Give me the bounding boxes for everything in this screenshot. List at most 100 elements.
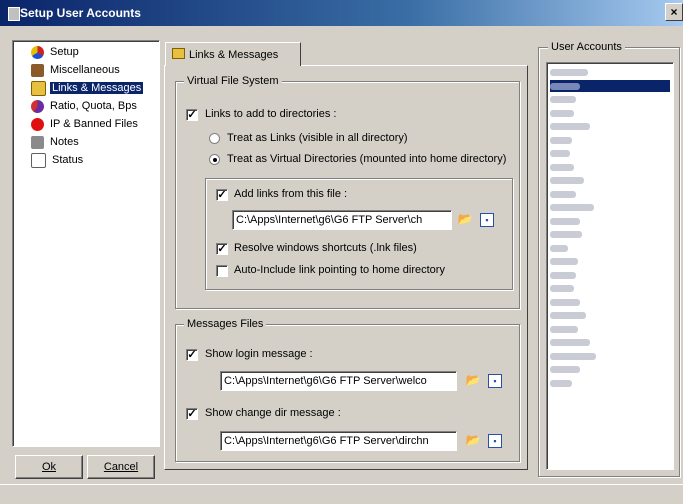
show-change-dir-checkbox[interactable]: ✓ (186, 408, 198, 420)
user-account-name-blurred (550, 96, 576, 103)
window-title: Setup User Accounts (20, 6, 141, 20)
user-account-item[interactable] (550, 79, 670, 92)
user-account-name-blurred (550, 69, 588, 76)
tree-item-label: Status (52, 154, 84, 166)
user-account-item[interactable] (550, 336, 670, 348)
user-account-name-blurred (550, 136, 572, 144)
user-account-item[interactable] (550, 282, 670, 294)
user-account-name-blurred (550, 163, 574, 171)
resolve-shortcuts-checkbox[interactable]: ✓ (216, 243, 228, 255)
user-account-item[interactable] (550, 161, 670, 173)
close-icon[interactable]: × (665, 3, 683, 21)
document-icon (31, 152, 46, 168)
user-accounts-legend: User Accounts (548, 40, 625, 54)
title-bar[interactable]: Setup User Accounts × (0, 0, 683, 26)
tree-item-ip-banned[interactable]: IP & Banned Files (31, 116, 140, 132)
add-links-from-file-label: Add links from this file : (234, 188, 348, 200)
user-account-item[interactable] (550, 188, 670, 200)
user-account-item[interactable] (550, 174, 670, 186)
user-account-name-blurred (550, 204, 594, 211)
user-account-item[interactable] (550, 228, 670, 240)
user-account-name-blurred (550, 258, 578, 265)
user-account-item[interactable] (550, 323, 670, 335)
login-message-path-input[interactable]: C:\Apps\Internet\g6\G6 FTP Server\welco (220, 371, 457, 391)
browse-folder-icon[interactable]: 📂 (464, 372, 482, 390)
user-account-name-blurred (550, 244, 568, 252)
box-icon (31, 63, 44, 77)
user-account-item[interactable] (550, 350, 670, 362)
browse-folder-icon[interactable]: 📂 (464, 432, 482, 450)
user-account-item[interactable] (550, 269, 670, 281)
tree-item-notes[interactable]: Notes (31, 134, 81, 150)
auto-include-label: Auto-Include link pointing to home direc… (234, 264, 445, 276)
tab-label: Links & Messages (189, 49, 279, 61)
user-account-item[interactable] (550, 120, 670, 132)
show-change-dir-label: Show change dir message : (205, 407, 341, 419)
treat-as-virtual-radio[interactable] (209, 154, 220, 165)
tree-item-ratio-quota[interactable]: Ratio, Quota, Bps (31, 98, 139, 114)
links-to-add-label: Links to add to directories : (205, 108, 337, 120)
folder-icon (31, 80, 46, 96)
settings-tree[interactable]: Setup Miscellaneous Links & Messages Rat… (12, 40, 160, 447)
user-account-item[interactable] (550, 242, 670, 254)
show-login-label: Show login message : (205, 348, 313, 360)
resolve-shortcuts-label: Resolve windows shortcuts (.lnk files) (234, 242, 417, 254)
user-account-item[interactable] (550, 93, 670, 105)
tree-item-label: Ratio, Quota, Bps (50, 100, 137, 112)
edit-file-icon[interactable]: ▪ (488, 434, 502, 448)
cancel-button[interactable]: Cancel (87, 455, 155, 479)
user-account-name-blurred (550, 177, 584, 184)
user-account-item[interactable] (550, 134, 670, 146)
user-account-name-blurred (550, 271, 576, 279)
treat-as-links-radio[interactable] (209, 133, 220, 144)
ok-button-label: Ok (41, 461, 57, 473)
auto-include-checkbox[interactable] (216, 265, 228, 277)
user-account-item[interactable] (550, 107, 670, 119)
links-to-add-checkbox[interactable]: ✓ (186, 109, 198, 121)
user-account-item[interactable] (550, 215, 670, 227)
status-bar (0, 484, 683, 504)
edit-file-icon[interactable]: ▪ (480, 213, 494, 227)
user-account-name-blurred (550, 366, 580, 373)
user-account-name-blurred (550, 298, 580, 306)
tree-item-setup[interactable]: Setup (31, 44, 81, 60)
user-account-item[interactable] (550, 147, 670, 159)
window-icon (8, 7, 20, 21)
user-account-item[interactable] (550, 296, 670, 308)
user-account-item[interactable] (550, 201, 670, 213)
user-account-name-blurred (550, 231, 582, 238)
notes-icon (31, 135, 44, 149)
tree-item-links-messages[interactable]: Links & Messages (31, 80, 144, 96)
treat-as-virtual-label: Treat as Virtual Directories (mounted in… (227, 153, 507, 165)
user-account-name-blurred (550, 123, 590, 130)
user-account-name-blurred (550, 352, 596, 360)
ok-button[interactable]: Ok (15, 455, 83, 479)
user-account-item[interactable] (550, 255, 670, 267)
ban-icon (31, 117, 44, 131)
user-account-item[interactable] (550, 309, 670, 321)
user-account-name-blurred (550, 150, 570, 157)
change-dir-message-path-input[interactable]: C:\Apps\Internet\g6\G6 FTP Server\dirchn (220, 431, 457, 451)
user-account-name-blurred (550, 325, 578, 333)
user-account-name-blurred (550, 217, 580, 225)
user-account-name-blurred (550, 339, 590, 346)
user-account-item[interactable] (550, 377, 670, 389)
tree-item-miscellaneous[interactable]: Miscellaneous (31, 62, 122, 78)
user-account-name-blurred (550, 312, 586, 319)
show-login-checkbox[interactable]: ✓ (186, 349, 198, 361)
user-account-name-blurred (550, 379, 572, 387)
links-file-path-input[interactable]: C:\Apps\Internet\g6\G6 FTP Server\ch (232, 210, 452, 230)
add-links-from-file-checkbox[interactable]: ✓ (216, 189, 228, 201)
tree-item-status[interactable]: Status (31, 152, 85, 168)
edit-file-icon[interactable]: ▪ (488, 374, 502, 388)
shapes-icon (31, 45, 44, 59)
messages-group-legend: Messages Files (184, 317, 267, 331)
browse-folder-icon[interactable]: 📂 (456, 211, 474, 229)
user-account-item[interactable] (550, 363, 670, 375)
user-account-item[interactable] (550, 66, 670, 78)
tree-item-label: Links & Messages (50, 82, 144, 94)
tree-item-label: IP & Banned Files (50, 118, 138, 130)
user-accounts-list[interactable] (546, 62, 674, 470)
cancel-button-label: Cancel (103, 461, 139, 473)
tab-links-messages[interactable]: Links & Messages (165, 42, 301, 66)
